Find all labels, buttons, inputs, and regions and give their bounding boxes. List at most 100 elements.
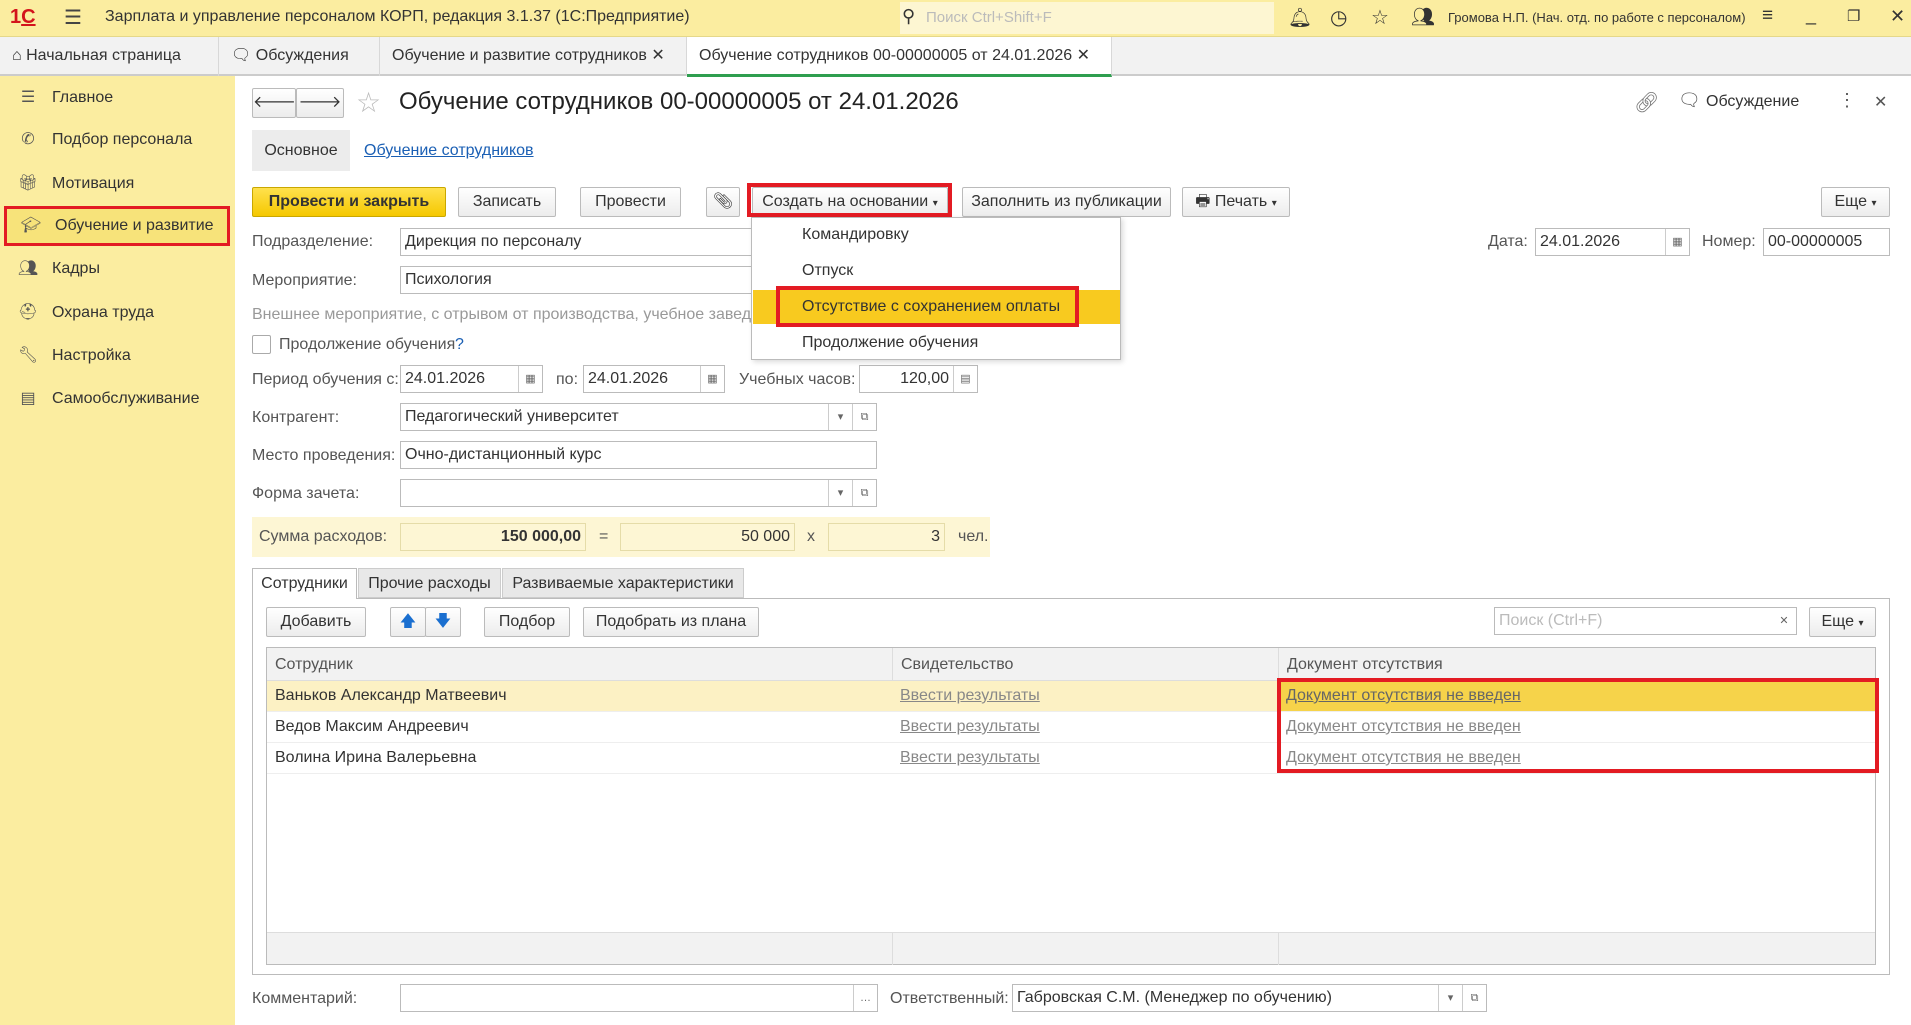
section-main-tab[interactable]: Основное (252, 130, 350, 171)
home-icon: ⌂ (12, 47, 27, 64)
pick-from-plan-button[interactable]: Подобрать из плана (583, 607, 759, 637)
sidebar-item-self-service[interactable]: ▤ Самообслуживание (4, 379, 230, 419)
user-icon[interactable]: 👥︎ (1411, 5, 1435, 29)
calendar-icon[interactable]: ▦ (518, 366, 542, 392)
table-search-input[interactable]: Поиск (Ctrl+F) ✕ (1494, 607, 1797, 635)
menu-item-business-trip[interactable]: Командировку (802, 226, 909, 244)
tab-home[interactable]: ⌂ Начальная страница (0, 37, 219, 76)
sidebar-item-safety[interactable]: ⛑︎ Охрана труда (4, 293, 230, 333)
number-field[interactable]: 00-00000005 (1763, 228, 1890, 256)
discussion-icon[interactable]: 🗨︎ (1678, 90, 1701, 111)
tab-discussions[interactable]: 🗨︎ Обсуждения (219, 37, 380, 76)
col-certificate[interactable]: Свидетельство (892, 648, 1013, 681)
help-icon[interactable]: ? (455, 336, 464, 354)
col-employee[interactable]: Сотрудник (267, 648, 353, 681)
star-icon[interactable]: ☆ (1371, 5, 1389, 30)
sidebar-item-hr[interactable]: 👥︎ Кадры (4, 249, 230, 289)
cost-per-person-field[interactable]: 50 000 (620, 523, 795, 551)
open-icon[interactable]: ⧉ (852, 480, 876, 506)
bell-icon[interactable]: 🔔︎ (1288, 6, 1312, 30)
close-icon[interactable]: ✕ (1077, 47, 1090, 64)
event-field[interactable]: Психология (400, 266, 760, 294)
menu-icon[interactable]: ☰ (64, 5, 82, 30)
highlight-box (776, 286, 1079, 327)
menu-item-vacation[interactable]: Отпуск (802, 262, 853, 280)
period-from-field[interactable]: 24.01.2026 ▦ (400, 365, 543, 393)
employee-name: Ведов Максим Андреевич (275, 718, 469, 735)
open-icon[interactable]: ⧉ (852, 404, 876, 430)
date-field[interactable]: 24.01.2026 ▦ (1535, 228, 1690, 256)
more-button[interactable]: Еще ▾ (1821, 187, 1890, 217)
dropdown-arrow-icon[interactable]: ▾ (828, 480, 852, 506)
add-button[interactable]: Добавить (266, 607, 366, 637)
button-label: Еще (1821, 613, 1855, 630)
sidebar-item-recruiting[interactable]: ✆ Подбор персонала (4, 120, 230, 160)
responsible-field[interactable]: Габровская С.М. (Менеджер по обучению) ▾ ⧉ (1012, 984, 1487, 1012)
hours-field[interactable]: 120,00 ▤ (859, 365, 978, 393)
link-icon[interactable]: 🔗︎ (1634, 90, 1659, 115)
user-name[interactable]: Громова Н.П. (Нач. отд. по работе с перс… (1448, 10, 1746, 25)
cost-total-field[interactable]: 150 000,00 (400, 523, 586, 551)
global-search[interactable]: ⚲ Поиск Ctrl+Shift+F (900, 2, 1274, 34)
exam-form-field[interactable]: ▾ ⧉ (400, 479, 877, 507)
table-more-button[interactable]: Еще ▾ (1809, 607, 1876, 637)
period-to-field[interactable]: 24.01.2026 ▦ (583, 365, 725, 393)
section-training-link[interactable]: Обучение сотрудников (364, 142, 534, 160)
favorite-star-icon[interactable]: ☆ (356, 86, 381, 119)
button-label: Еще (1834, 193, 1868, 210)
sidebar-item-training[interactable]: 🎓︎ Обучение и развитие (4, 206, 230, 246)
restore-icon[interactable]: ❐ (1847, 7, 1860, 25)
dept-field[interactable]: Дирекция по персоналу (400, 228, 760, 256)
enter-results-link[interactable]: Ввести результаты (892, 681, 1040, 711)
dropdown-arrow-icon[interactable]: ▾ (828, 404, 852, 430)
calendar-icon[interactable]: ▦ (1665, 229, 1689, 255)
back-button[interactable]: 🡐 (252, 88, 296, 118)
attach-icon[interactable]: 📎︎ (706, 187, 740, 217)
col-absence-doc[interactable]: Документ отсутствия (1278, 648, 1443, 681)
place-field[interactable]: Очно-дистанционный курс (400, 441, 877, 469)
enter-results-link[interactable]: Ввести результаты (892, 743, 1040, 773)
more-options-icon[interactable]: ⋮ (1838, 90, 1856, 111)
menu-item-continue-training[interactable]: Продолжение обучения (802, 334, 978, 352)
history-icon[interactable]: ◷ (1330, 5, 1347, 30)
continue-training-checkbox[interactable] (252, 335, 271, 354)
print-button[interactable]: 🖶 Печать ▾ (1182, 187, 1290, 217)
sidebar-item-settings[interactable]: 🔧︎ Настройка (4, 336, 230, 376)
ellipsis-button[interactable]: … (853, 985, 877, 1011)
minimize-icon[interactable]: _ (1806, 5, 1816, 26)
fill-from-publication-button[interactable]: Заполнить из публикации (962, 187, 1171, 217)
close-window-icon[interactable]: ✕ (1890, 6, 1905, 27)
calculator-icon[interactable]: ▤ (953, 366, 977, 392)
tab-characteristics[interactable]: Развиваемые характеристики (502, 568, 744, 598)
sidebar-item-main[interactable]: ☰ Главное (4, 78, 230, 118)
close-form-icon[interactable]: ✕ (1874, 92, 1887, 112)
pick-button[interactable]: Подбор (484, 607, 570, 637)
save-button[interactable]: Записать (458, 187, 556, 217)
move-down-icon[interactable]: 🡇 (425, 607, 461, 637)
clear-icon[interactable]: ✕ (1772, 608, 1796, 634)
person-count-field[interactable]: 3 (828, 523, 945, 551)
event-label: Мероприятие: (252, 272, 357, 289)
comment-field[interactable]: … (400, 984, 878, 1012)
contractor-label: Контрагент: (252, 409, 340, 426)
sidebar-item-motivation[interactable]: 🎁︎ Мотивация (4, 164, 230, 204)
settings-menu-icon[interactable]: ≡ (1762, 5, 1773, 27)
close-icon[interactable]: ✕ (651, 47, 664, 64)
move-up-icon[interactable]: 🡅 (390, 607, 426, 637)
field-value: 120,00 (900, 370, 949, 387)
tab-training-doc[interactable]: Обучение сотрудников 00-00000005 от 24.0… (687, 37, 1112, 77)
calendar-icon[interactable]: ▦ (700, 366, 724, 392)
tab-training-development[interactable]: Обучение и развитие сотрудников ✕ (380, 37, 687, 76)
contractor-field[interactable]: Педагогический университет ▾ ⧉ (400, 403, 877, 431)
forward-button[interactable]: 🡒 (296, 88, 344, 118)
post-button[interactable]: Провести (580, 187, 681, 217)
field-value: Габровская С.М. (Менеджер по обучению) (1017, 989, 1332, 1006)
post-and-close-button[interactable]: Провести и закрыть (252, 187, 446, 217)
tab-other-expenses[interactable]: Прочие расходы (358, 568, 501, 598)
enter-results-link[interactable]: Ввести результаты (892, 712, 1040, 742)
open-icon[interactable]: ⧉ (1462, 985, 1486, 1011)
dropdown-arrow-icon[interactable]: ▾ (1438, 985, 1462, 1011)
discussion-button[interactable]: Обсуждение (1706, 93, 1799, 111)
tab-employees[interactable]: Сотрудники (252, 568, 357, 599)
place-label: Место проведения: (252, 447, 396, 464)
